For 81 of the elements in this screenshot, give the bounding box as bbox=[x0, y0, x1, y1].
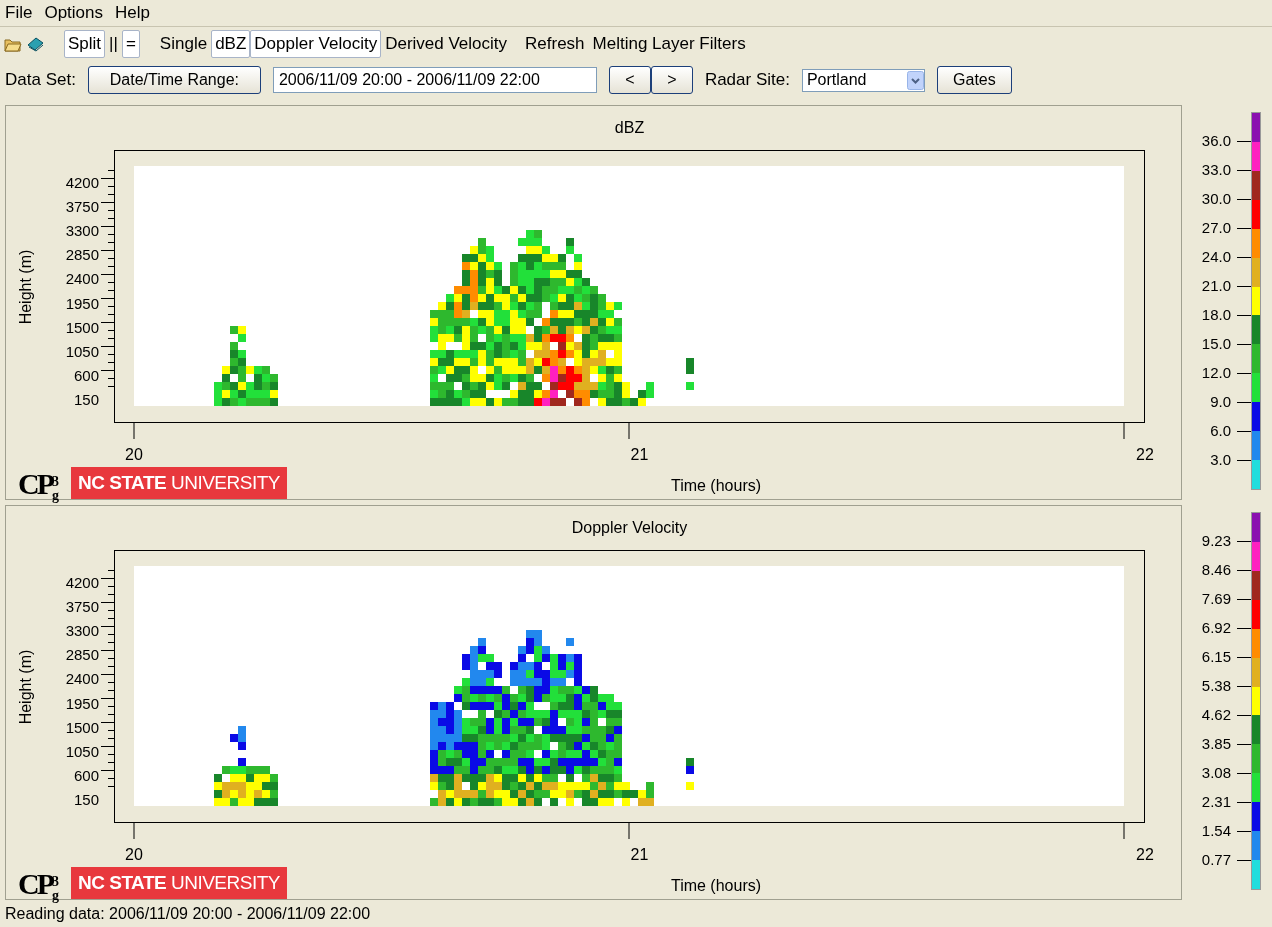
colorbar-label: 0.77 bbox=[1201, 850, 1231, 871]
toolbar-toggle[interactable]: Split bbox=[64, 30, 106, 58]
x-tick-label: 22 bbox=[1135, 445, 1155, 465]
y-tick-label: 2400 bbox=[65, 671, 99, 688]
x-tick-label: 22 bbox=[1135, 845, 1155, 865]
x-tick-label: 21 bbox=[629, 845, 650, 865]
colorbar-label: 8.46 bbox=[1201, 560, 1231, 581]
y-tick-label: 2850 bbox=[65, 247, 99, 264]
chart-title: Doppler Velocity bbox=[571, 519, 688, 536]
y-tick-label: 600 bbox=[73, 367, 99, 384]
colorbar-label: 18.0 bbox=[1201, 305, 1231, 326]
y-tick-label: 1500 bbox=[65, 319, 99, 336]
x-tick-label: 20 bbox=[124, 445, 144, 465]
colorbar-label: 7.69 bbox=[1201, 589, 1231, 610]
y-tick-label: 1950 bbox=[65, 295, 99, 312]
university-logo: NC STATE UNIVERSITY bbox=[71, 867, 287, 899]
colorbar-label: 27.0 bbox=[1201, 218, 1231, 239]
toolbar-toggle[interactable]: dBZ bbox=[211, 30, 251, 58]
radar-site-label: Radar Site: bbox=[704, 69, 790, 92]
next-button[interactable]: > bbox=[650, 66, 693, 94]
colorbar-label: 6.15 bbox=[1201, 647, 1231, 668]
y-axis-label: Height (m) bbox=[16, 649, 35, 724]
y-tick-label: 1500 bbox=[65, 719, 99, 736]
y-tick-label: 3750 bbox=[65, 599, 99, 616]
data-set-label: Data Set: bbox=[5, 69, 76, 92]
y-tick-label: 4200 bbox=[65, 175, 99, 191]
toolbar-toggle[interactable]: Doppler Velocity bbox=[250, 30, 382, 58]
colorbar-label: 36.0 bbox=[1201, 131, 1231, 152]
x-axis-label: Time (hours) bbox=[670, 877, 762, 894]
colorbar-label: 6.92 bbox=[1201, 618, 1231, 639]
previous-button[interactable]: < bbox=[608, 66, 651, 94]
date-range-button[interactable]: Date/Time Range: bbox=[87, 66, 261, 94]
colorbar-label: 30.0 bbox=[1201, 189, 1231, 210]
toolbar-toggle[interactable]: Derived Velocity bbox=[381, 30, 512, 58]
toolbar-toggle[interactable]: Single bbox=[155, 30, 212, 58]
colorbar-label: 33.0 bbox=[1201, 160, 1231, 181]
toolbar-toggle[interactable]: || bbox=[105, 30, 122, 58]
colorbar-label: 9.23 bbox=[1201, 531, 1231, 552]
university-logo: NC STATE UNIVERSITY bbox=[71, 467, 287, 499]
colorbar-label: 9.0 bbox=[1210, 392, 1231, 413]
colorbar-label: 24.0 bbox=[1201, 247, 1231, 268]
y-tick-label: 1950 bbox=[65, 695, 99, 712]
colorbar-label: 6.0 bbox=[1210, 421, 1231, 442]
menu-item[interactable]: Options bbox=[44, 0, 103, 26]
colorbar-label: 3.08 bbox=[1201, 763, 1231, 784]
colorbar-label: 4.62 bbox=[1201, 705, 1231, 726]
colorbar-label: 15.0 bbox=[1201, 334, 1231, 355]
toolbar-toggle[interactable]: Melting Layer Filters bbox=[588, 30, 750, 58]
colorbar-label: 12.0 bbox=[1201, 363, 1231, 384]
y-tick-label: 1050 bbox=[65, 343, 99, 360]
y-tick-label: 4200 bbox=[65, 575, 99, 591]
y-tick-label: 3750 bbox=[65, 199, 99, 216]
colorbar-label: 21.0 bbox=[1201, 276, 1231, 297]
radar-site-select[interactable]: Portland bbox=[801, 68, 925, 92]
book-icon[interactable] bbox=[26, 36, 44, 52]
y-tick-label: 2400 bbox=[65, 271, 99, 288]
colorbar-label: 5.38 bbox=[1201, 676, 1231, 697]
y-tick-label: 150 bbox=[73, 792, 99, 808]
y-tick-label: 150 bbox=[73, 392, 99, 408]
x-tick-label: 20 bbox=[124, 845, 144, 865]
y-tick-label: 3300 bbox=[65, 623, 99, 640]
toolbar-toggle[interactable]: = bbox=[121, 30, 140, 58]
y-axis-label: Height (m) bbox=[16, 249, 35, 324]
gates-button[interactable]: Gates bbox=[936, 66, 1012, 94]
folder-icon[interactable] bbox=[4, 36, 22, 52]
menu-item[interactable]: File bbox=[5, 0, 33, 26]
status-text: Reading data: 2006/11/09 20:00 - 2006/11/09 22:00 bbox=[5, 903, 371, 924]
x-tick-label: 21 bbox=[629, 445, 650, 465]
menu-item[interactable]: Help bbox=[115, 0, 150, 26]
colorbar-label: 3.85 bbox=[1201, 734, 1231, 755]
y-tick-label: 3300 bbox=[65, 223, 99, 240]
toolbar-toggle[interactable]: Refresh bbox=[521, 30, 589, 58]
y-tick-label: 2850 bbox=[65, 647, 99, 664]
colorbar-label: 3.0 bbox=[1210, 450, 1231, 471]
x-axis-label: Time (hours) bbox=[670, 477, 762, 494]
chart-title: dBZ bbox=[614, 119, 645, 136]
colorbar-label: 1.54 bbox=[1201, 821, 1231, 842]
colorbar-label: 2.31 bbox=[1201, 792, 1231, 813]
y-tick-label: 600 bbox=[73, 767, 99, 784]
date-range-field[interactable]: 2006/11/09 20:00 - 2006/11/09 22:00 bbox=[272, 67, 597, 93]
y-tick-label: 1050 bbox=[65, 743, 99, 760]
